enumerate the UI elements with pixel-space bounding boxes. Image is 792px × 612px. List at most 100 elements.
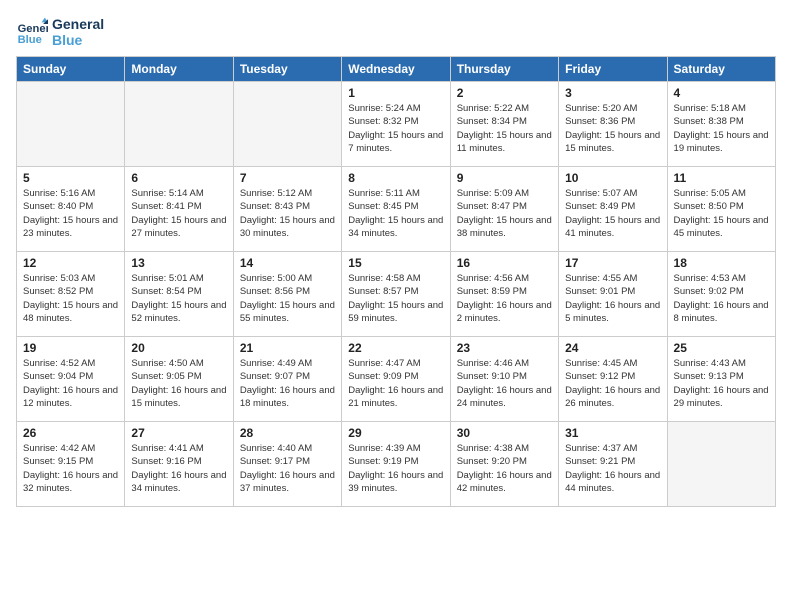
day-cell: 30Sunrise: 4:38 AM Sunset: 9:20 PM Dayli… — [450, 422, 558, 507]
day-number: 9 — [457, 171, 552, 185]
logo-icon: General Blue — [16, 16, 48, 48]
weekday-header-friday: Friday — [559, 57, 667, 82]
day-info: Sunrise: 4:47 AM Sunset: 9:09 PM Dayligh… — [348, 357, 443, 410]
day-info: Sunrise: 5:20 AM Sunset: 8:36 PM Dayligh… — [565, 102, 660, 155]
calendar-table: SundayMondayTuesdayWednesdayThursdayFrid… — [16, 56, 776, 507]
day-info: Sunrise: 4:41 AM Sunset: 9:16 PM Dayligh… — [131, 442, 226, 495]
weekday-header-thursday: Thursday — [450, 57, 558, 82]
logo: General Blue General Blue — [16, 16, 104, 48]
day-cell: 13Sunrise: 5:01 AM Sunset: 8:54 PM Dayli… — [125, 252, 233, 337]
day-cell: 12 Sunrise: 5:03 AM Sunset: 8:52 PM Dayli… — [17, 252, 125, 337]
weekday-header-saturday: Saturday — [667, 57, 775, 82]
day-cell: 15 Sunrise: 4:58 AM Sunset: 8:57 PM Dayli… — [342, 252, 450, 337]
day-cell: 23 Sunrise: 4:46 AM Sunset: 9:10 PM Dayli… — [450, 337, 558, 422]
day-number: 4 — [674, 86, 769, 100]
day-info: Sunrise: 4:37 AM Sunset: 9:21 PM Dayligh… — [565, 442, 660, 495]
day-number: 30 — [457, 426, 552, 440]
day-cell: 25 Sunrise: 4:43 AM Sunset: 9:13 PM Dayli… — [667, 337, 775, 422]
header: General Blue General Blue — [16, 16, 776, 48]
day-info: Sunrise: 4:56 AM Sunset: 8:59 PM Dayligh… — [457, 272, 552, 325]
day-number: 5 — [23, 171, 118, 185]
day-info: Sunrise: 5:11 AM Sunset: 8:45 PM Dayligh… — [348, 187, 443, 240]
day-number: 27 — [131, 426, 226, 440]
day-number: 8 — [348, 171, 443, 185]
weekday-header-monday: Monday — [125, 57, 233, 82]
day-info: Sunrise: 5:03 AM Sunset: 8:52 PM Dayligh… — [23, 272, 118, 325]
week-row-2: 5 Sunrise: 5:16 AM Sunset: 8:40 PM Daylig… — [17, 167, 776, 252]
day-cell: 27 Sunrise: 4:41 AM Sunset: 9:16 PM Dayli… — [125, 422, 233, 507]
day-cell: 4 Sunrise: 5:18 AM Sunset: 8:38 PM Daylig… — [667, 82, 775, 167]
day-number: 6 — [131, 171, 226, 185]
day-cell: 7Sunrise: 5:12 AM Sunset: 8:43 PM Daylig… — [233, 167, 341, 252]
day-cell: 16 Sunrise: 4:56 AM Sunset: 8:59 PM Dayli… — [450, 252, 558, 337]
day-number: 26 — [23, 426, 118, 440]
day-cell — [233, 82, 341, 167]
day-cell: 14Sunrise: 5:00 AM Sunset: 8:56 PM Dayli… — [233, 252, 341, 337]
day-info: Sunrise: 4:58 AM Sunset: 8:57 PM Dayligh… — [348, 272, 443, 325]
day-number: 25 — [674, 341, 769, 355]
day-cell — [17, 82, 125, 167]
day-cell: 20 Sunrise: 4:50 AM Sunset: 9:05 PM Dayli… — [125, 337, 233, 422]
logo-general: General — [52, 16, 104, 32]
day-cell: 3 Sunrise: 5:20 AM Sunset: 8:36 PM Daylig… — [559, 82, 667, 167]
day-cell: 10 Sunrise: 5:07 AM Sunset: 8:49 PM Dayli… — [559, 167, 667, 252]
day-cell: 24 Sunrise: 4:45 AM Sunset: 9:12 PM Dayli… — [559, 337, 667, 422]
day-info: Sunrise: 5:22 AM Sunset: 8:34 PM Dayligh… — [457, 102, 552, 155]
day-number: 19 — [23, 341, 118, 355]
day-number: 10 — [565, 171, 660, 185]
day-info: Sunrise: 4:42 AM Sunset: 9:15 PM Dayligh… — [23, 442, 118, 495]
day-info: Sunrise: 4:45 AM Sunset: 9:12 PM Dayligh… — [565, 357, 660, 410]
day-cell: 2 Sunrise: 5:22 AM Sunset: 8:34 PM Daylig… — [450, 82, 558, 167]
day-cell: 18Sunrise: 4:53 AM Sunset: 9:02 PM Dayli… — [667, 252, 775, 337]
day-number: 23 — [457, 341, 552, 355]
day-number: 16 — [457, 256, 552, 270]
day-number: 29 — [348, 426, 443, 440]
day-info: Sunrise: 4:46 AM Sunset: 9:10 PM Dayligh… — [457, 357, 552, 410]
weekday-header-row: SundayMondayTuesdayWednesdayThursdayFrid… — [17, 57, 776, 82]
weekday-header-wednesday: Wednesday — [342, 57, 450, 82]
day-number: 15 — [348, 256, 443, 270]
day-number: 3 — [565, 86, 660, 100]
week-row-4: 19 Sunrise: 4:52 AM Sunset: 9:04 PM Dayli… — [17, 337, 776, 422]
day-cell: 5 Sunrise: 5:16 AM Sunset: 8:40 PM Daylig… — [17, 167, 125, 252]
day-cell: 17Sunrise: 4:55 AM Sunset: 9:01 PM Dayli… — [559, 252, 667, 337]
day-info: Sunrise: 5:16 AM Sunset: 8:40 PM Dayligh… — [23, 187, 118, 240]
weekday-header-sunday: Sunday — [17, 57, 125, 82]
day-info: Sunrise: 4:52 AM Sunset: 9:04 PM Dayligh… — [23, 357, 118, 410]
day-cell: 8 Sunrise: 5:11 AM Sunset: 8:45 PM Daylig… — [342, 167, 450, 252]
day-number: 20 — [131, 341, 226, 355]
day-cell: 6 Sunrise: 5:14 AM Sunset: 8:41 PM Daylig… — [125, 167, 233, 252]
day-cell: 22 Sunrise: 4:47 AM Sunset: 9:09 PM Dayli… — [342, 337, 450, 422]
day-number: 7 — [240, 171, 335, 185]
day-info: Sunrise: 5:24 AM Sunset: 8:32 PM Dayligh… — [348, 102, 443, 155]
day-info: Sunrise: 5:18 AM Sunset: 8:38 PM Dayligh… — [674, 102, 769, 155]
day-number: 28 — [240, 426, 335, 440]
day-cell: 31 Sunrise: 4:37 AM Sunset: 9:21 PM Dayli… — [559, 422, 667, 507]
day-number: 17 — [565, 256, 660, 270]
weekday-header-tuesday: Tuesday — [233, 57, 341, 82]
day-number: 2 — [457, 86, 552, 100]
day-info: Sunrise: 5:00 AM Sunset: 8:56 PM Dayligh… — [240, 272, 335, 325]
day-number: 11 — [674, 171, 769, 185]
day-info: Sunrise: 5:09 AM Sunset: 8:47 PM Dayligh… — [457, 187, 552, 240]
day-cell: 29Sunrise: 4:39 AM Sunset: 9:19 PM Dayli… — [342, 422, 450, 507]
week-row-1: 1Sunrise: 5:24 AM Sunset: 8:32 PM Daylig… — [17, 82, 776, 167]
day-info: Sunrise: 4:50 AM Sunset: 9:05 PM Dayligh… — [131, 357, 226, 410]
logo-blue: Blue — [52, 32, 104, 48]
day-info: Sunrise: 5:07 AM Sunset: 8:49 PM Dayligh… — [565, 187, 660, 240]
day-cell: 28 Sunrise: 4:40 AM Sunset: 9:17 PM Dayli… — [233, 422, 341, 507]
day-number: 12 — [23, 256, 118, 270]
day-number: 24 — [565, 341, 660, 355]
day-number: 21 — [240, 341, 335, 355]
week-row-5: 26 Sunrise: 4:42 AM Sunset: 9:15 PM Dayli… — [17, 422, 776, 507]
day-cell: 19 Sunrise: 4:52 AM Sunset: 9:04 PM Dayli… — [17, 337, 125, 422]
day-info: Sunrise: 4:43 AM Sunset: 9:13 PM Dayligh… — [674, 357, 769, 410]
day-cell — [667, 422, 775, 507]
day-number: 31 — [565, 426, 660, 440]
day-info: Sunrise: 4:40 AM Sunset: 9:17 PM Dayligh… — [240, 442, 335, 495]
day-cell — [125, 82, 233, 167]
day-number: 22 — [348, 341, 443, 355]
day-cell: 21Sunrise: 4:49 AM Sunset: 9:07 PM Dayli… — [233, 337, 341, 422]
day-info: Sunrise: 5:14 AM Sunset: 8:41 PM Dayligh… — [131, 187, 226, 240]
svg-text:General: General — [18, 23, 48, 35]
